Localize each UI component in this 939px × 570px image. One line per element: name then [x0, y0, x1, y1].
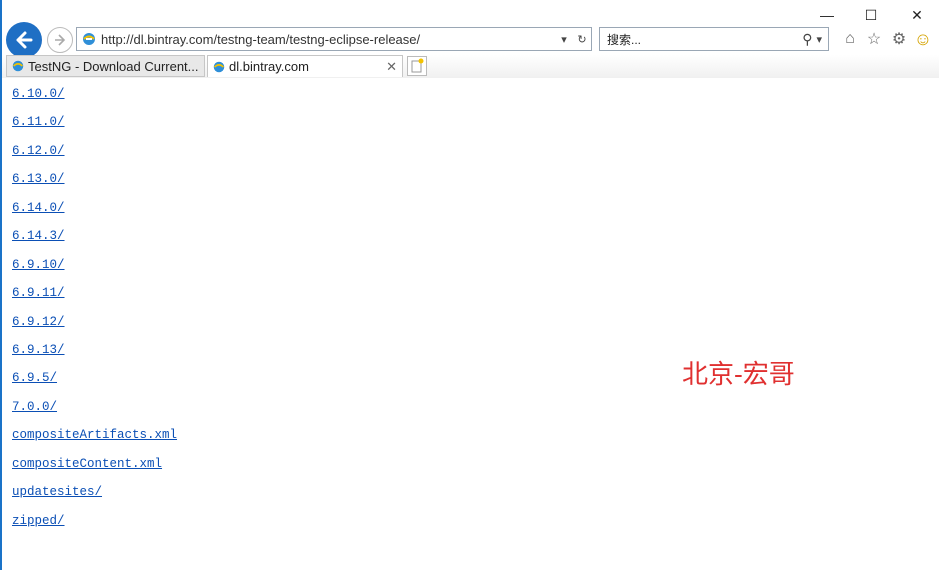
url-text[interactable]: http://dl.bintray.com/testng-team/testng…	[101, 32, 555, 47]
maximize-button[interactable]: ☐	[856, 4, 886, 26]
listing-link[interactable]: compositeArtifacts.xml	[12, 427, 177, 455]
tab-label: TestNG - Download Current...	[28, 58, 199, 74]
listing-link[interactable]: updatesites/	[12, 484, 177, 512]
search-dropdown-icon[interactable]: ▾	[816, 33, 822, 46]
listing-link[interactable]: 7.0.0/	[12, 399, 177, 427]
ie-tab-icon	[213, 61, 225, 72]
listing-link[interactable]: 6.14.3/	[12, 228, 177, 256]
new-tab-button[interactable]	[407, 56, 427, 76]
listing-link[interactable]: 6.13.0/	[12, 171, 177, 199]
smiley-feedback-icon[interactable]: ☺	[913, 29, 933, 49]
watermark-text: 北京-宏哥	[682, 360, 795, 390]
listing-link[interactable]: 6.9.12/	[12, 314, 177, 342]
address-dropdown-icon[interactable]: ▾	[555, 33, 573, 46]
close-window-button[interactable]: ✕	[902, 4, 932, 26]
listing-link[interactable]: 6.11.0/	[12, 114, 177, 142]
search-input[interactable]: 搜索...	[607, 31, 802, 48]
home-icon[interactable]: ⌂	[840, 29, 860, 49]
directory-listing: 6.10.0/ 6.11.0/ 6.12.0/ 6.13.0/ 6.14.0/ …	[12, 86, 177, 541]
search-icon[interactable]: ⚲	[802, 31, 812, 48]
back-arrow-icon	[16, 31, 33, 49]
settings-icon[interactable]: ⚙	[889, 29, 909, 49]
listing-link[interactable]: zipped/	[12, 513, 177, 541]
listing-link[interactable]: 6.10.0/	[12, 86, 177, 114]
tab-testng-download[interactable]: TestNG - Download Current...	[6, 55, 205, 77]
forward-arrow-icon	[55, 34, 66, 46]
ie-tab-icon	[12, 60, 24, 72]
listing-link[interactable]: 6.12.0/	[12, 143, 177, 171]
listing-link[interactable]: 6.9.10/	[12, 257, 177, 285]
search-box[interactable]: 搜索... ⚲ ▾	[599, 27, 829, 51]
listing-link[interactable]: 6.14.0/	[12, 200, 177, 228]
close-tab-icon[interactable]: ✕	[386, 59, 397, 75]
tab-strip: TestNG - Download Current... dl.bintray.…	[2, 55, 939, 78]
back-button[interactable]	[6, 22, 42, 58]
minimize-button[interactable]: —	[812, 4, 842, 26]
ie-page-icon	[83, 33, 95, 45]
address-bar[interactable]: http://dl.bintray.com/testng-team/testng…	[76, 27, 592, 51]
forward-button[interactable]	[47, 27, 73, 53]
browser-chrome: — ☐ ✕ http://dl.bintray.com/testng-team/…	[2, 0, 939, 78]
refresh-icon[interactable]: ↻	[573, 33, 591, 46]
listing-link[interactable]: 6.9.5/	[12, 370, 177, 398]
new-tab-icon	[411, 58, 424, 73]
tab-bintray[interactable]: dl.bintray.com ✕	[207, 55, 403, 77]
listing-link[interactable]: 6.9.11/	[12, 285, 177, 313]
listing-link[interactable]: compositeContent.xml	[12, 456, 177, 484]
favorites-icon[interactable]: ☆	[864, 29, 884, 49]
tab-label: dl.bintray.com	[229, 59, 309, 74]
listing-link[interactable]: 6.9.13/	[12, 342, 177, 370]
